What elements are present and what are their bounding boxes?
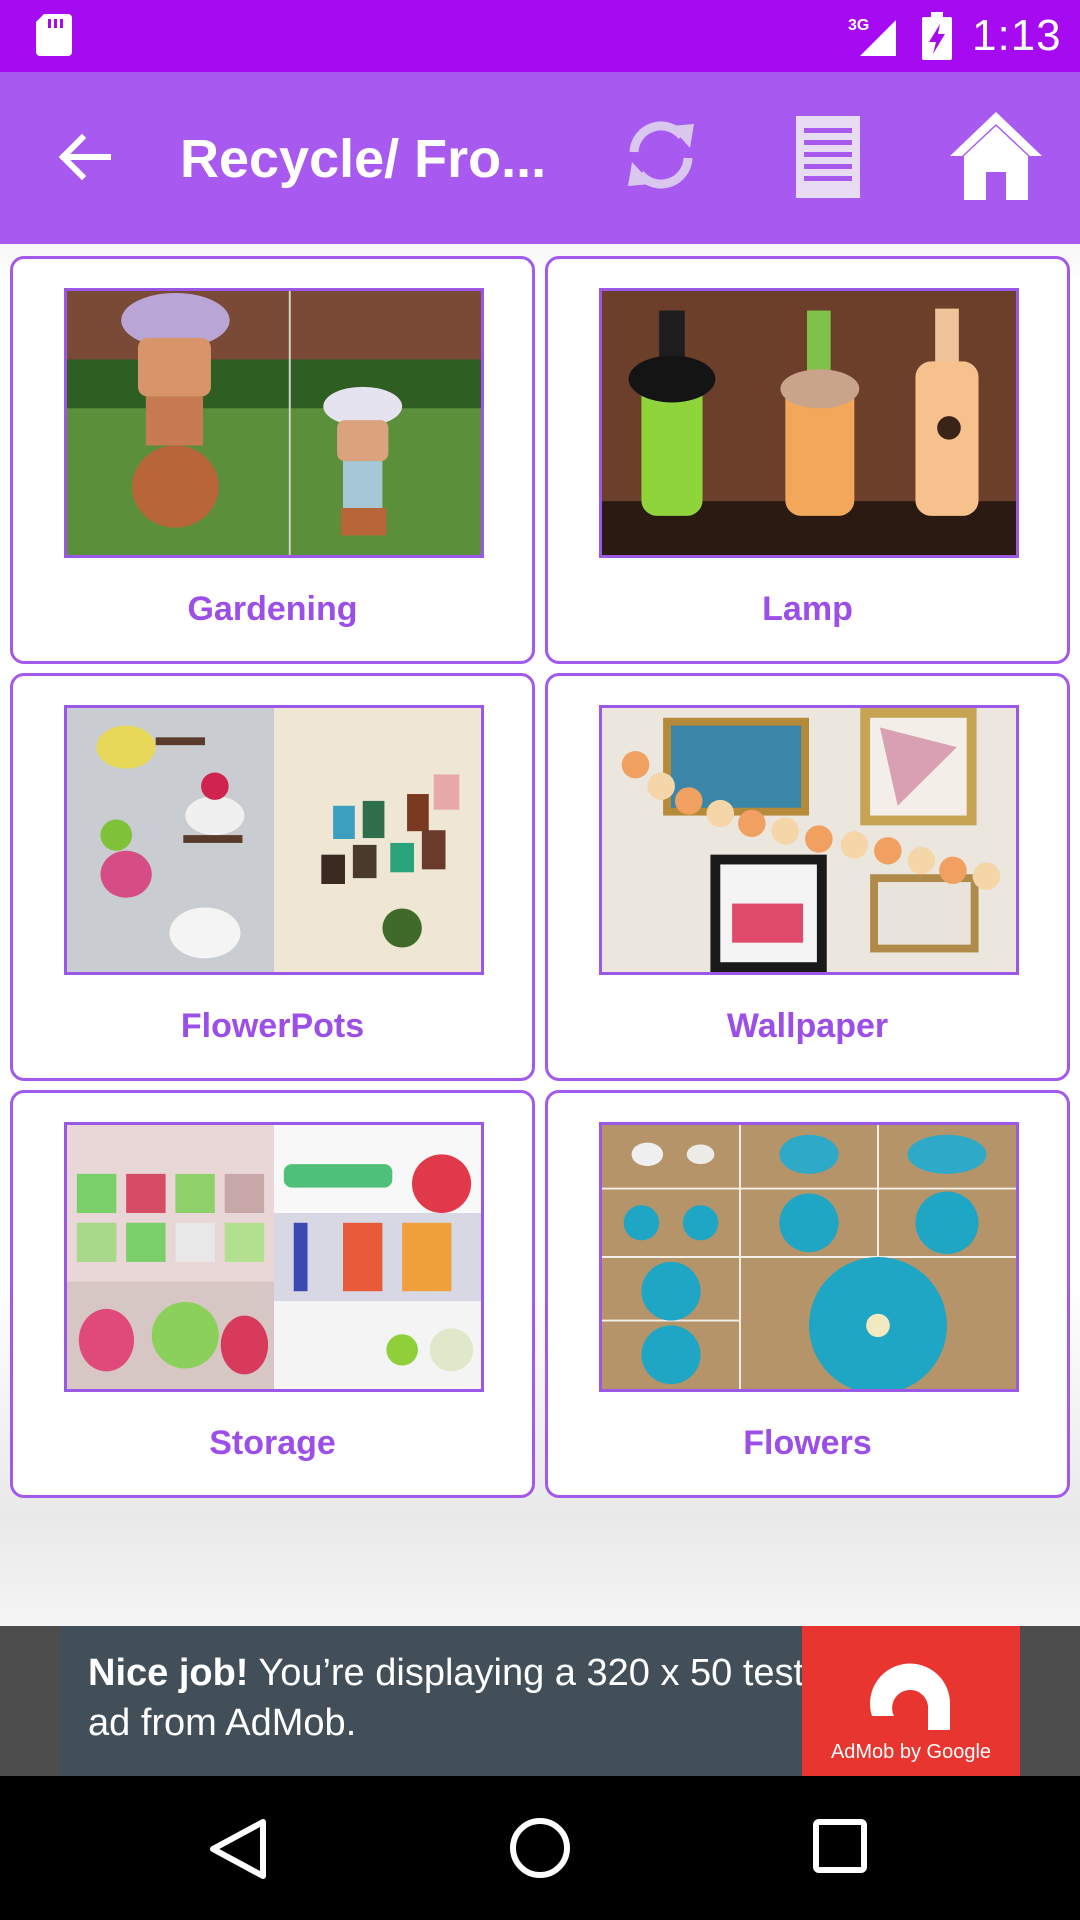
admob-caption: AdMob by Google	[830, 1741, 992, 1763]
list-icon[interactable]	[792, 114, 864, 200]
admob-test-ad[interactable]: Nice job! You’re displaying a 320 x 50 t…	[60, 1626, 1020, 1776]
category-label: Flowers	[743, 1424, 872, 1462]
ad-text: Nice job! You’re displaying a 320 x 50 t…	[88, 1648, 808, 1748]
nav-back-icon[interactable]	[205, 1816, 271, 1882]
category-card-wallpaper[interactable]: Wallpaper	[545, 673, 1070, 1081]
app-bar: Recycle/ Fro...	[0, 72, 1080, 244]
category-card-gardening[interactable]: Gardening	[10, 256, 535, 664]
sd-card-icon	[36, 14, 72, 56]
gardening-thumbnail	[64, 288, 484, 558]
category-card-storage[interactable]: Storage	[10, 1090, 535, 1498]
category-card-lamp[interactable]: Lamp	[545, 256, 1070, 664]
system-nav-bar	[0, 1776, 1080, 1920]
category-label: Storage	[209, 1424, 336, 1462]
admob-logo: AdMob by Google	[802, 1626, 1020, 1776]
status-bar: 3G 1:13	[0, 0, 1080, 72]
home-icon[interactable]	[948, 110, 1044, 202]
category-card-flowers[interactable]: Flowers	[545, 1090, 1070, 1498]
refresh-icon[interactable]	[620, 114, 702, 196]
ad-headline: Nice job!	[88, 1652, 249, 1694]
category-label: FlowerPots	[180, 1007, 365, 1045]
category-label: Wallpaper	[726, 1007, 889, 1045]
battery-charging-icon	[922, 12, 952, 60]
lamp-thumbnail	[599, 288, 1019, 558]
ad-area: Nice job! You’re displaying a 320 x 50 t…	[0, 1626, 1080, 1776]
nav-home-icon[interactable]	[508, 1816, 572, 1880]
nav-recents-icon[interactable]	[812, 1818, 868, 1874]
network-type: 3G	[848, 17, 869, 34]
arrow-back-icon[interactable]	[50, 122, 120, 192]
flowers-thumbnail	[599, 1122, 1019, 1392]
storage-thumbnail	[64, 1122, 484, 1392]
category-label: Gardening	[187, 590, 358, 628]
category-grid: Gardening Lamp FlowerPots Wallpaper Stor…	[0, 244, 1080, 1626]
category-label: Lamp	[762, 590, 853, 628]
flowerpots-thumbnail	[64, 705, 484, 975]
wallpaper-thumbnail	[599, 705, 1019, 975]
signal-icon: 3G	[848, 17, 896, 56]
page-title: Recycle/ Fro...	[180, 129, 547, 189]
status-time: 1:13	[972, 11, 1062, 60]
category-card-flowerpots[interactable]: FlowerPots	[10, 673, 535, 1081]
